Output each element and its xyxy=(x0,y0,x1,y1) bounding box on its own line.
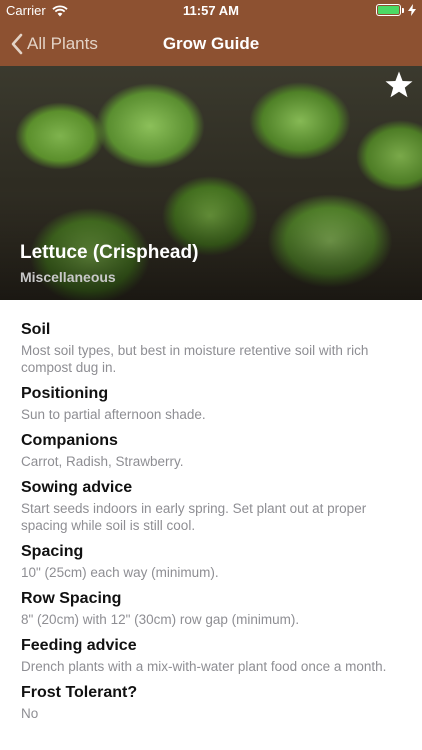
section-companions: Companions Carrot, Radish, Strawberry. xyxy=(21,431,402,470)
section-text: 8" (20cm) with 12" (30cm) row gap (minim… xyxy=(21,612,300,627)
section-feeding-advice: Feeding advice Drench plants with a mix-… xyxy=(21,636,402,675)
battery-group xyxy=(376,4,416,16)
section-text: 10" (25cm) each way (minimum). xyxy=(21,565,219,580)
section-sowing-advice: Sowing advice Start seeds indoors in ear… xyxy=(21,478,402,534)
section-heading: Sowing advice xyxy=(21,479,133,496)
bolt-icon xyxy=(408,4,416,16)
section-soil: Soil Most soil types, but best in moistu… xyxy=(21,320,402,376)
section-text: Carrot, Radish, Strawberry. xyxy=(21,454,184,469)
section-row-spacing: Row Spacing 8" (20cm) with 12" (30cm) ro… xyxy=(21,589,402,628)
plant-hero-image: Lettuce (Crisphead) Miscellaneous xyxy=(0,66,422,300)
plant-name: Lettuce (Crisphead) xyxy=(20,242,199,263)
star-icon[interactable] xyxy=(384,70,414,100)
section-heading: Feeding advice xyxy=(21,637,137,654)
section-heading: Row Spacing xyxy=(21,590,122,607)
section-text: No xyxy=(21,706,39,721)
section-text: Start seeds indoors in early spring. Set… xyxy=(21,501,367,533)
battery-level xyxy=(378,6,399,14)
battery-icon xyxy=(376,4,404,16)
section-heading: Frost Tolerant? xyxy=(21,684,138,701)
section-text: Most soil types, but best in moisture re… xyxy=(21,343,369,375)
section-heading: Soil xyxy=(21,321,51,338)
section-spacing: Spacing 10" (25cm) each way (minimum). xyxy=(21,542,402,581)
section-heading: Companions xyxy=(21,432,118,449)
section-frost-tolerant: Frost Tolerant? No xyxy=(21,683,402,722)
navigation-bar: All Plants Grow Guide xyxy=(0,22,422,66)
page-title: Grow Guide xyxy=(162,34,260,53)
clock: 11:57 AM xyxy=(183,3,239,18)
section-heading: Spacing xyxy=(21,543,84,560)
section-text: Drench plants with a mix-with-water plan… xyxy=(21,659,387,674)
section-positioning: Positioning Sun to partial afternoon sha… xyxy=(21,384,402,423)
grow-guide-details: Soil Most soil types, but best in moistu… xyxy=(0,300,422,750)
status-bar: Carrier 11:57 AM xyxy=(0,0,422,22)
section-heading: Positioning xyxy=(21,385,109,402)
section-text: Sun to partial afternoon shade. xyxy=(21,407,206,422)
plant-category: Miscellaneous xyxy=(20,269,116,285)
